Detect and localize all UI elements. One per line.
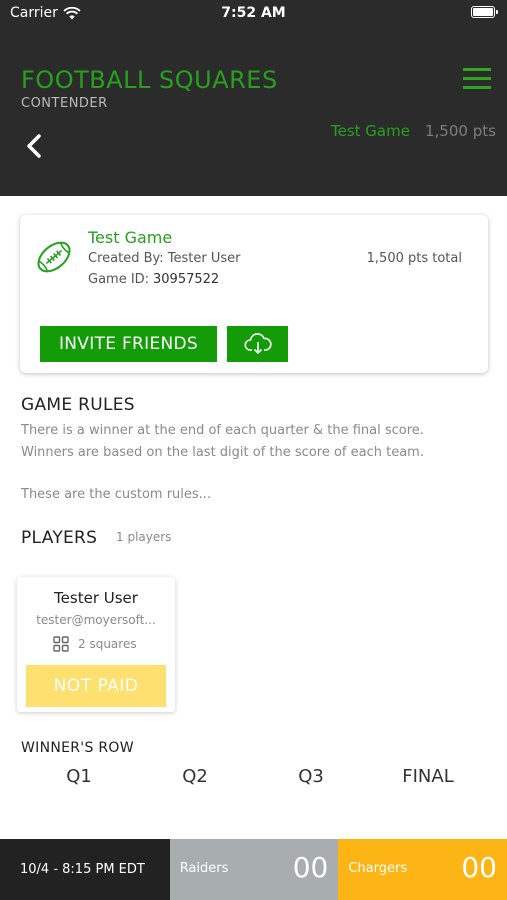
game-rules-text: There is a winner at the end of each qua…: [21, 420, 491, 506]
battery-icon: [471, 6, 498, 18]
scoreboard-bar: 10/4 - 8:15 PM EDT Raiders 00 Chargers 0…: [0, 839, 507, 900]
download-button[interactable]: [227, 326, 288, 362]
game-rules-title: GAME RULES: [21, 395, 135, 415]
players-title: PLAYERS: [21, 528, 98, 548]
quarter-q3: Q3: [298, 766, 324, 787]
player-squares: 2 squares: [78, 637, 137, 651]
game-date: 10/4 - 8:15 PM EDT: [0, 839, 170, 900]
hamburger-menu-icon[interactable]: [463, 68, 491, 90]
winners-row-title: WINNER'S ROW: [21, 740, 134, 756]
away-team-name: Chargers: [348, 861, 408, 876]
invite-friends-button[interactable]: INVITE FRIENDS: [40, 326, 217, 362]
home-team-score: Raiders 00: [169, 839, 339, 900]
player-card[interactable]: Tester User tester@moyersoft... 2 square…: [17, 577, 175, 712]
home-team-name: Raiders: [179, 861, 229, 876]
grid-squares-icon: [53, 636, 69, 652]
not-paid-button[interactable]: NOT PAID: [26, 665, 166, 707]
cloud-download-icon: [243, 333, 272, 354]
away-team-score-value: 00: [461, 851, 497, 884]
rules-line-1: There is a winner at the end of each qua…: [21, 423, 424, 438]
back-chevron-icon[interactable]: [20, 130, 50, 162]
player-name: Tester User: [54, 589, 138, 607]
game-name: Test Game: [88, 228, 173, 247]
header-game-name[interactable]: Test Game: [331, 122, 410, 140]
quarter-final: FINAL: [402, 766, 454, 787]
football-icon: [37, 241, 71, 273]
player-email: tester@moyersoft...: [36, 613, 156, 627]
game-id-value: 30957522: [153, 272, 220, 287]
app-header: Carrier 7:52 AM FOOTBALL SQUARES CONTEND…: [0, 0, 507, 196]
home-team-score-value: 00: [292, 851, 329, 884]
quarter-q1: Q1: [66, 766, 92, 787]
away-team-score: Chargers 00: [338, 839, 507, 900]
game-id-label: Game ID:: [88, 272, 150, 287]
app-subtitle: CONTENDER: [21, 96, 108, 111]
header-game-points: 1,500 pts: [425, 122, 496, 140]
clock: 7:52 AM: [221, 5, 286, 21]
quarter-q2: Q2: [182, 766, 208, 787]
custom-rules: These are the custom rules...: [21, 487, 212, 502]
created-by: Created By: Tester User: [88, 251, 241, 266]
total-points: 1,500 pts total: [366, 251, 462, 266]
app-title: FOOTBALL SQUARES: [21, 66, 278, 94]
rules-line-2: Winners are based on the last digit of t…: [21, 444, 424, 460]
game-info-card: Test Game Created By: Tester User Game I…: [20, 215, 488, 373]
players-count: 1 players: [116, 530, 172, 544]
status-bar: Carrier 7:52 AM: [0, 0, 507, 28]
